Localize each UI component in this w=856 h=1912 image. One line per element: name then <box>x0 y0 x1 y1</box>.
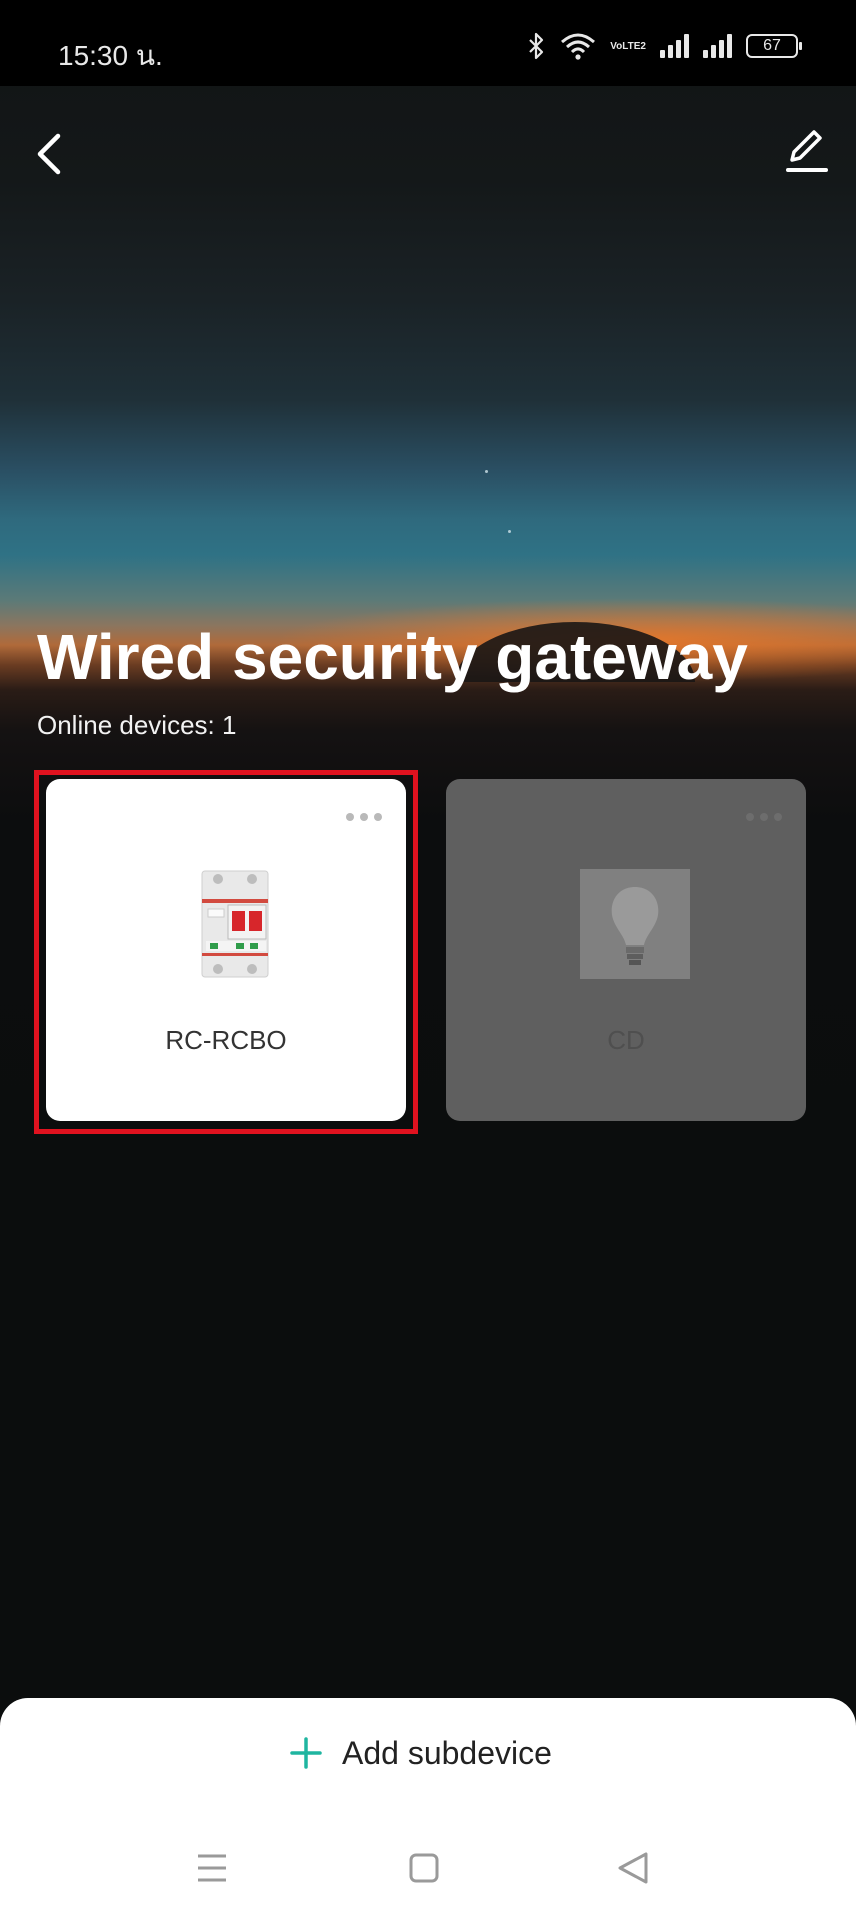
status-bar: 15:30 น. VoLTE2 67 <box>0 0 856 86</box>
device-card-rc-rcbo[interactable]: RC-RCBO <box>46 779 406 1121</box>
bluetooth-icon <box>529 32 544 60</box>
device-name: RC-RCBO <box>165 1025 287 1055</box>
device-name: CD <box>607 1025 645 1055</box>
battery-level: 67 <box>763 37 781 54</box>
square-icon <box>409 1853 439 1883</box>
bottom-sheet: Add subdevice <box>0 1698 856 1912</box>
star <box>485 470 488 473</box>
page-title: Wired security gateway <box>37 621 748 693</box>
nav-menu-button[interactable] <box>182 1838 242 1898</box>
star <box>508 530 511 533</box>
device-card-cd[interactable]: CD <box>446 779 806 1121</box>
chevron-left-icon <box>37 133 61 175</box>
menu-icon <box>198 1854 226 1882</box>
more-options-icon[interactable] <box>746 813 782 821</box>
status-time: 15:30 น. <box>58 40 163 71</box>
battery-icon: 67 <box>746 34 802 58</box>
more-options-icon[interactable] <box>346 813 382 821</box>
circuit-breaker-image <box>201 870 269 978</box>
light-bulb-image <box>580 869 690 979</box>
system-nav-bar <box>0 1838 856 1898</box>
signal-icon <box>660 34 689 58</box>
volte-indicator: VoLTE2 <box>610 41 646 52</box>
status-icons: VoLTE2 67 <box>526 32 802 60</box>
add-subdevice-button[interactable]: Add subdevice <box>290 1728 552 1778</box>
nav-home-button[interactable] <box>394 1838 454 1898</box>
plus-icon <box>290 1737 322 1769</box>
triangle-back-icon <box>618 1852 648 1884</box>
edit-button[interactable] <box>782 126 830 176</box>
online-devices-count: Online devices: 1 <box>37 710 237 740</box>
back-button[interactable] <box>26 126 74 182</box>
add-subdevice-label: Add subdevice <box>342 1734 552 1771</box>
nav-back-button[interactable] <box>604 1838 664 1898</box>
wifi-icon <box>561 33 596 60</box>
signal-icon <box>703 34 732 58</box>
pencil-icon <box>786 130 828 172</box>
volte-label: VoLTE2 <box>610 40 646 52</box>
